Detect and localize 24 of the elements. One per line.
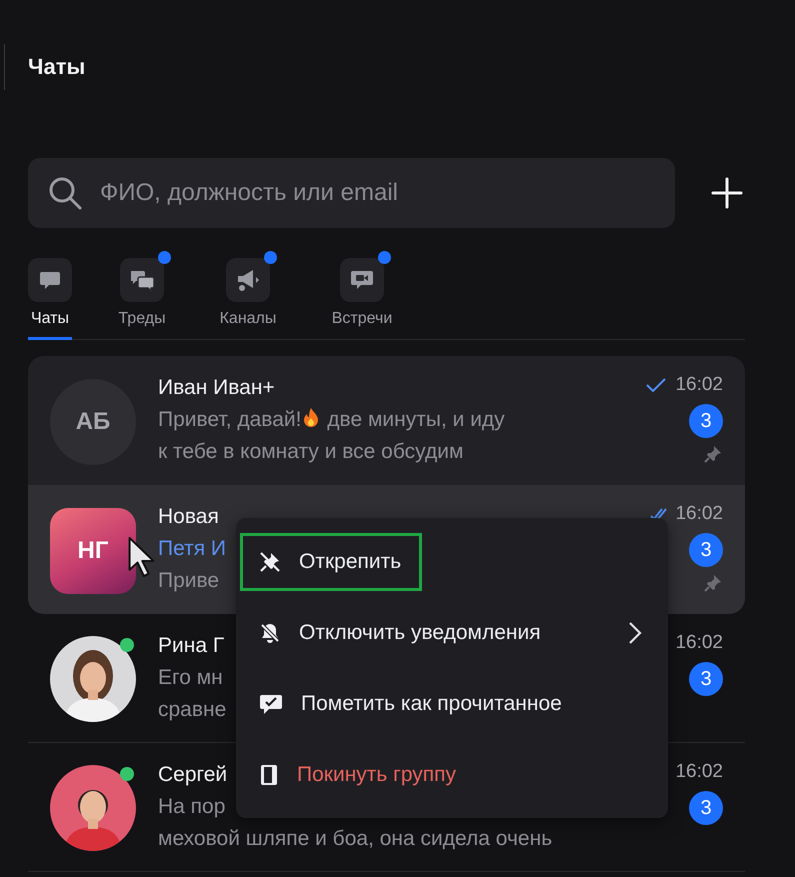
unread-count: 3 [689, 662, 723, 696]
page-title: Чаты [28, 53, 86, 81]
message-text: сравне [158, 698, 226, 721]
group-avatar: НГ [50, 508, 136, 594]
chat-name: Иван Иван+ [158, 375, 275, 401]
message-text: меховой шляпе и боа, она сидела очень [158, 827, 552, 850]
avatar: АБ [50, 378, 136, 464]
message-text: На пор [158, 795, 226, 818]
chat-name: Сергей [158, 762, 228, 788]
message-time: 16:02 [675, 631, 723, 655]
message-text: Приве [158, 569, 220, 592]
message-time: 16:02 [675, 373, 723, 397]
chat-name: Новая [158, 504, 219, 530]
message-text: Его мн [158, 666, 223, 689]
sender-name: Петя И [158, 537, 226, 560]
chat-name: Рина Г [158, 633, 224, 659]
unread-count: 3 [689, 791, 723, 825]
message-time: 16:02 [675, 760, 723, 784]
message-text: Привет, давай! [158, 408, 302, 431]
message-text: к тебе в комнату и все обсудим [158, 440, 464, 463]
unread-count: 3 [689, 404, 723, 438]
message-text: две минуты, и иду [326, 408, 505, 431]
message-time: 16:02 [675, 502, 723, 526]
unread-count: 3 [689, 533, 723, 567]
